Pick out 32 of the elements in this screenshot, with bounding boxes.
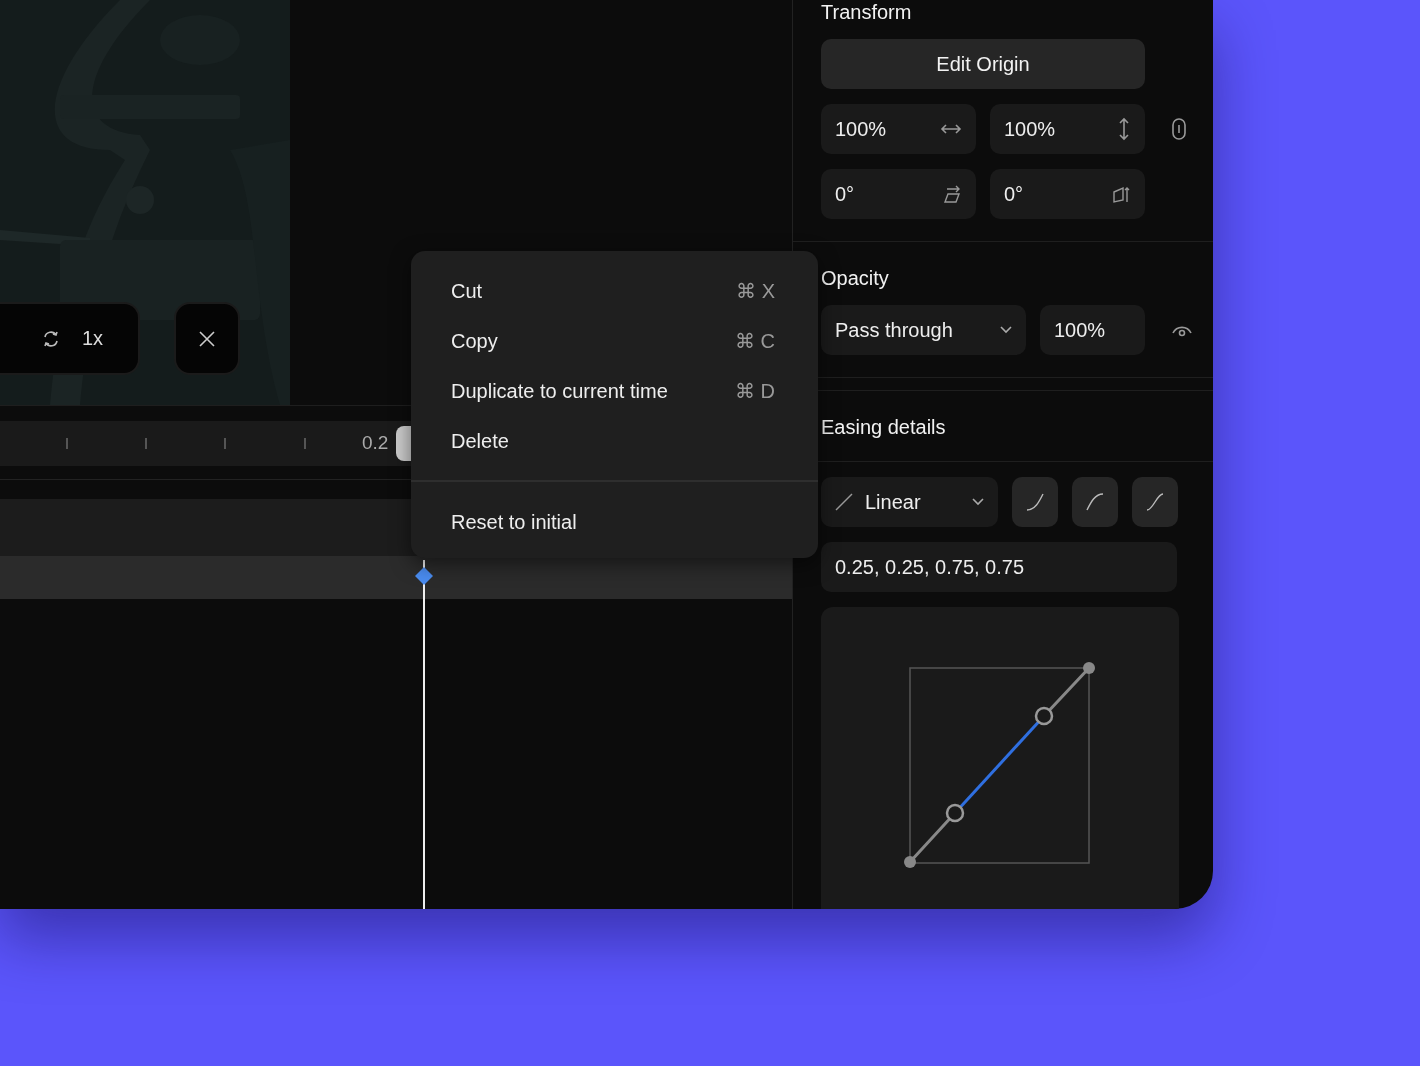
- rotate-icon: [1111, 184, 1131, 204]
- angle-field[interactable]: 0°: [821, 169, 976, 219]
- edit-origin-button[interactable]: Edit Origin: [821, 39, 1145, 89]
- ease-in-out-curve-icon: [1145, 492, 1165, 512]
- angle-field[interactable]: 0°: [990, 169, 1145, 219]
- scale-field[interactable]: 100%: [990, 104, 1145, 154]
- time-label: 0.2: [362, 432, 389, 454]
- close-icon: [198, 329, 216, 348]
- chevron-down-icon: [1000, 326, 1012, 334]
- opacity-field[interactable]: 100%: [1040, 305, 1145, 355]
- playback-speed[interactable]: 1x: [82, 327, 104, 350]
- ease-out-curve-icon: [1085, 492, 1105, 512]
- vertical-arrows-icon: [1117, 117, 1131, 141]
- ease-in-curve-icon: [1025, 492, 1045, 512]
- menu-item[interactable]: Copy ⌘ C: [411, 316, 818, 366]
- scale-field[interactable]: 100%: [821, 104, 976, 154]
- link-icon[interactable]: [1171, 117, 1187, 141]
- timeline-track[interactable]: [0, 556, 792, 599]
- menu-item[interactable]: Cut ⌘ X: [411, 266, 818, 316]
- section-title: Easing details: [821, 415, 947, 439]
- bezier-field[interactable]: 0.25, 0.25, 0.75, 0.75: [821, 542, 1177, 592]
- linear-curve-icon: [835, 493, 853, 511]
- easing-dropdown[interactable]: Linear: [821, 477, 998, 527]
- menu-item[interactable]: Reset to initial: [411, 500, 818, 544]
- keyframe-icon[interactable]: [415, 567, 433, 585]
- horizontal-arrows-icon: [940, 122, 962, 136]
- skew-icon: [942, 184, 962, 204]
- menu-item[interactable]: Duplicate to current time ⌘ D: [411, 366, 818, 416]
- section-title: Transform: [821, 0, 913, 24]
- chevron-down-icon: [972, 498, 984, 506]
- section-title: Opacity: [821, 266, 890, 290]
- blend-mode-dropdown[interactable]: Pass through: [821, 305, 1026, 355]
